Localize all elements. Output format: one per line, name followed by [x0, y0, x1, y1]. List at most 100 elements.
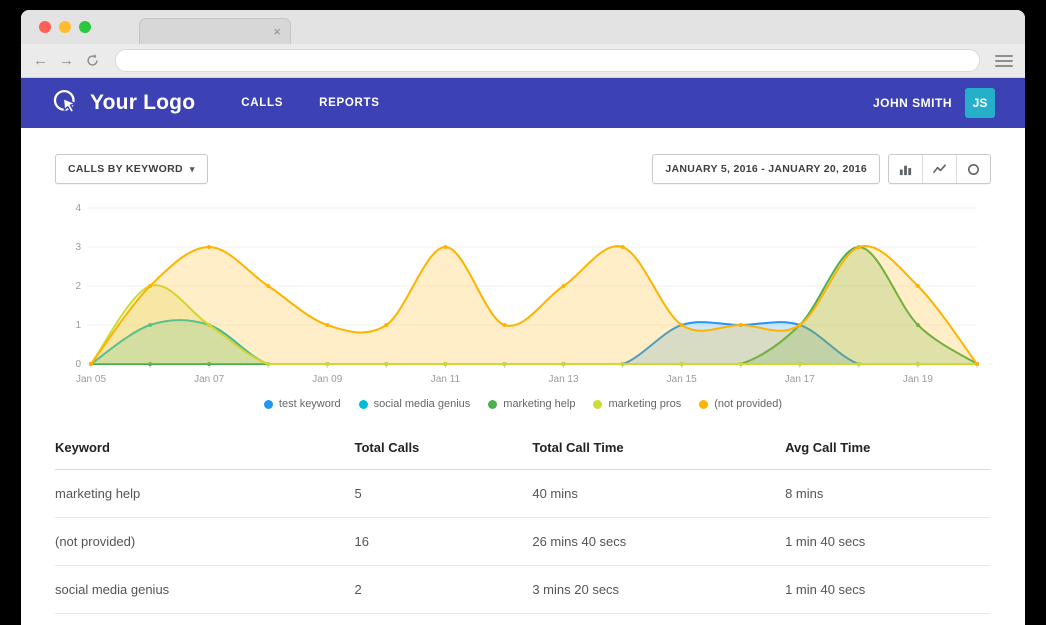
x-tick-label: Jan 13	[549, 374, 579, 385]
x-tick-label: Jan 17	[785, 374, 815, 385]
point--not-provided-	[679, 323, 684, 327]
bar-chart-toggle-button[interactable]	[889, 155, 922, 183]
window-close-button[interactable]	[39, 21, 51, 33]
point--not-provided-	[738, 323, 743, 327]
browser-tab-bar: ×	[21, 10, 1025, 44]
avatar[interactable]: JS	[965, 88, 995, 118]
point--not-provided-	[207, 245, 212, 249]
logo-text: Your Logo	[90, 91, 196, 114]
primary-nav: CALLS REPORTS	[241, 97, 379, 109]
point--not-provided-	[975, 362, 979, 366]
forward-icon[interactable]: →	[59, 53, 74, 68]
legend-label: marketing pros	[608, 398, 682, 410]
cell-total-calls: 5	[354, 469, 533, 518]
browser-window: × ← → Your Logo CALLS REPORTS JOHN SMITH…	[21, 10, 1025, 625]
point--not-provided-	[325, 323, 330, 327]
browser-toolbar: ← →	[21, 44, 1025, 78]
line-chart-toggle-button[interactable]	[922, 155, 956, 183]
table-row: social media genius 2 3 mins 20 secs 1 min …	[55, 565, 991, 614]
window-zoom-button[interactable]	[79, 21, 91, 33]
calls-by-keyword-dropdown[interactable]: CALLS BY KEYWORD ▾	[55, 154, 208, 184]
point--not-provided-	[384, 323, 389, 327]
back-icon[interactable]: ←	[33, 53, 48, 68]
nav-item-calls[interactable]: CALLS	[241, 97, 283, 109]
point--not-provided-	[620, 245, 625, 249]
x-tick-label: Jan 09	[312, 374, 342, 385]
legend-label: marketing help	[503, 398, 576, 410]
cell-avg-call-time: 1 min 40 secs	[785, 565, 991, 614]
legend-dot-icon	[358, 399, 368, 409]
header-total-calls: Total Calls	[354, 428, 533, 470]
chart-area: 0 1 2 3 4 Jan 05 Jan 07 Jan 09 Jan 11 Jan 13 Jan 1…	[61, 196, 985, 396]
x-tick-label: Jan 05	[76, 374, 106, 385]
tab-close-icon[interactable]: ×	[273, 25, 281, 38]
keyword-table-wrap: Keyword Total Calls Total Call Time Avg …	[55, 428, 991, 614]
y-tick-label: 2	[75, 281, 81, 292]
cell-avg-call-time: 1 min 40 secs	[785, 517, 991, 566]
header-total-call-time: Total Call Time	[532, 428, 786, 470]
table-row: (not provided) 16 26 mins 40 secs 1 min 40 …	[55, 517, 991, 566]
dropdown-label: CALLS BY KEYWORD	[68, 163, 183, 175]
legend-item[interactable]: test keyword	[263, 398, 341, 410]
x-tick-label: Jan 11	[431, 374, 461, 385]
cell-total-call-time: 3 mins 20 secs	[532, 565, 786, 614]
refresh-icon[interactable]	[85, 53, 100, 68]
legend-dot-icon	[699, 399, 709, 409]
cell-total-calls: 2	[354, 565, 533, 614]
legend-item[interactable]: marketing help	[488, 398, 575, 410]
point--not-provided-	[797, 323, 802, 327]
legend-dot-icon	[488, 399, 498, 409]
y-tick-label: 0	[75, 359, 81, 370]
main-content: CALLS BY KEYWORD ▾ JANUARY 5, 2016 - JAN…	[21, 128, 1025, 625]
report-controls: CALLS BY KEYWORD ▾ JANUARY 5, 2016 - JAN…	[21, 128, 1025, 184]
window-minimize-button[interactable]	[59, 21, 71, 33]
legend-label: test keyword	[278, 398, 341, 410]
point--not-provided-	[502, 323, 507, 327]
window-controls	[39, 21, 91, 33]
y-tick-label: 3	[75, 242, 81, 253]
cell-total-call-time: 40 mins	[532, 469, 786, 518]
y-tick-label: 1	[75, 320, 81, 331]
donut-chart-toggle-button[interactable]	[956, 155, 990, 183]
point--not-provided-	[148, 284, 153, 288]
app-navbar: Your Logo CALLS REPORTS JOHN SMITH JS	[21, 78, 1025, 128]
point--not-provided-	[266, 284, 271, 288]
bar-chart-icon	[899, 165, 912, 175]
point--not-provided-	[89, 362, 93, 366]
menu-icon[interactable]	[995, 54, 1013, 67]
line-chart-icon	[933, 163, 946, 173]
right-controls: JANUARY 5, 2016 - JANUARY 20, 2016	[652, 154, 991, 184]
date-range-label: JANUARY 5, 2016 - JANUARY 20, 2016	[665, 163, 867, 175]
x-tick-label: Jan 07	[194, 374, 224, 385]
legend-item[interactable]: (not provided)	[699, 398, 782, 410]
user-name: JOHN SMITH	[872, 96, 952, 110]
caret-down-icon: ▾	[189, 163, 195, 174]
point--not-provided-	[561, 284, 566, 288]
date-range-button[interactable]: JANUARY 5, 2016 - JANUARY 20, 2016	[652, 154, 880, 184]
y-tick-label: 4	[75, 203, 81, 214]
address-bar[interactable]	[115, 49, 980, 72]
donut-chart-icon	[968, 163, 979, 175]
legend-label: social media genius	[373, 398, 471, 410]
chart-type-toggle-group	[888, 154, 991, 184]
user-area: JOHN SMITH JS	[873, 88, 995, 118]
cell-keyword: social media genius	[55, 565, 355, 614]
legend-item[interactable]: social media genius	[358, 398, 471, 410]
point--not-provided-	[915, 284, 920, 288]
legend-label: (not provided)	[714, 398, 783, 410]
cell-keyword: marketing help	[55, 469, 355, 518]
legend-dot-icon	[593, 399, 603, 409]
screenshot-background: × ← → Your Logo CALLS REPORTS JOHN SMITH…	[0, 0, 1046, 625]
point--not-provided-	[443, 245, 448, 249]
logo[interactable]: Your Logo	[51, 88, 195, 118]
x-tick-label: Jan 15	[667, 374, 697, 385]
area--not-provided-	[91, 245, 977, 364]
browser-tab[interactable]: ×	[139, 18, 291, 44]
nav-item-reports[interactable]: REPORTS	[319, 97, 380, 109]
logo-icon	[51, 88, 81, 118]
cell-total-calls: 16	[354, 517, 533, 566]
keyword-table: Keyword Total Calls Total Call Time Avg …	[55, 428, 991, 614]
legend-item[interactable]: marketing pros	[593, 398, 681, 410]
header-keyword: Keyword	[55, 428, 355, 470]
cell-avg-call-time: 8 mins	[785, 469, 991, 518]
